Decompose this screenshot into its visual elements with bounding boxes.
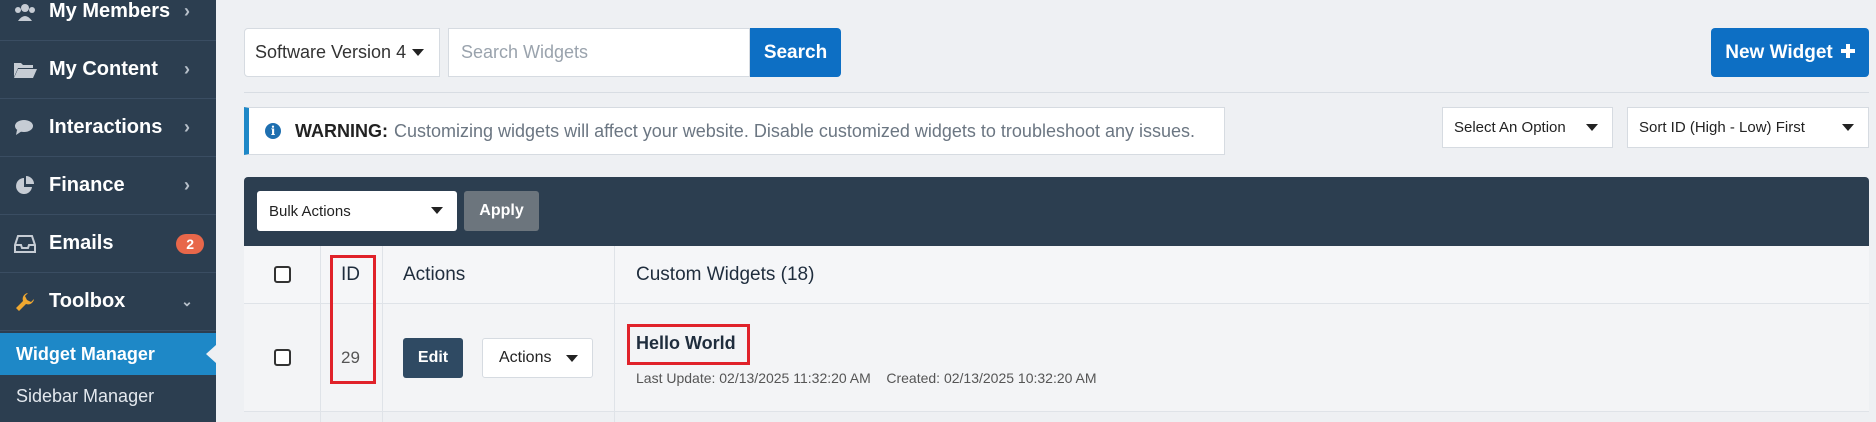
sidebar-item-my-content[interactable]: My Content ›	[0, 41, 216, 99]
row-actions-dropdown[interactable]: Actions	[482, 338, 593, 378]
divider	[244, 92, 1869, 93]
chevron-right-icon: ›	[184, 117, 190, 137]
pie-chart-icon	[13, 174, 37, 198]
search-button-label: Search	[763, 41, 828, 63]
caret-down-icon	[431, 207, 443, 214]
warning-alert: i WARNING: Customizing widgets will affe…	[244, 107, 1225, 155]
search-input[interactable]	[448, 28, 750, 77]
sort-select[interactable]: Sort ID (High - Low) First	[1627, 107, 1869, 148]
sidebar-item-finance[interactable]: Finance ›	[0, 157, 216, 215]
chevron-right-icon: ›	[184, 175, 190, 195]
sidebar-item-my-members[interactable]: My Members ›	[0, 0, 216, 41]
info-icon: i	[265, 123, 281, 139]
sidebar-item-emails[interactable]: Emails 2	[0, 215, 216, 273]
edit-button-label: Edit	[417, 349, 449, 366]
caret-down-icon	[412, 49, 425, 56]
warning-text: Customizing widgets will affect your web…	[394, 120, 1196, 141]
unread-count-badge: 2	[176, 233, 204, 254]
sidebar-subitem-widget-manager[interactable]: Widget Manager	[0, 333, 216, 375]
sidebar: My Members › My Content › Interactions ›…	[0, 0, 216, 422]
chevron-right-icon: ›	[184, 1, 190, 21]
row-checkbox[interactable]	[274, 349, 291, 366]
new-widget-button[interactable]: New Widget	[1711, 28, 1869, 77]
sidebar-item-label: Toolbox	[49, 290, 126, 312]
bulk-actions-select[interactable]: Bulk Actions	[257, 191, 457, 231]
sidebar-subitem-label: Sidebar Manager	[16, 385, 155, 406]
row-actions-label: Actions	[499, 349, 552, 366]
folder-open-icon	[13, 58, 37, 82]
column-divider	[382, 246, 383, 422]
sidebar-item-toolbox[interactable]: Toolbox ⌄	[0, 273, 216, 331]
highlight-box-widget-title	[627, 324, 750, 365]
comments-icon	[13, 116, 37, 140]
filter-option-value: Select An Option	[1454, 119, 1566, 136]
column-divider	[320, 246, 321, 422]
sidebar-subitem-sidebar-manager[interactable]: Sidebar Manager	[0, 375, 216, 417]
search-button[interactable]: Search	[750, 28, 841, 77]
column-divider	[614, 246, 615, 422]
inbox-icon	[13, 232, 37, 256]
software-version-select[interactable]: Software Version 4	[244, 28, 440, 77]
highlight-box-id-column	[330, 255, 376, 384]
sidebar-item-label: Interactions	[49, 116, 163, 138]
sidebar-item-label: My Content	[49, 58, 158, 80]
users-icon	[13, 0, 37, 24]
new-widget-label: New Widget	[1725, 41, 1833, 63]
caret-down-icon	[1586, 124, 1598, 131]
wrench-icon	[13, 290, 37, 314]
widget-meta: Last Update: 02/13/2025 11:32:20 AM Crea…	[636, 370, 1097, 386]
sidebar-item-label: Finance	[49, 174, 125, 196]
software-version-value: Software Version 4	[255, 42, 407, 62]
apply-button-label: Apply	[479, 202, 524, 219]
filter-option-select[interactable]: Select An Option	[1442, 107, 1613, 148]
sort-value: Sort ID (High - Low) First	[1639, 119, 1805, 136]
chevron-right-icon: ›	[184, 59, 190, 79]
caret-down-icon	[566, 355, 578, 362]
edit-button[interactable]: Edit	[403, 338, 463, 378]
select-all-checkbox[interactable]	[274, 266, 291, 283]
sidebar-subitem-label: Widget Manager	[16, 343, 155, 364]
plus-icon	[1840, 42, 1855, 64]
bulk-actions-value: Bulk Actions	[269, 202, 351, 220]
sidebar-item-label: Emails	[49, 232, 114, 254]
warning-label: WARNING:	[295, 120, 388, 141]
sidebar-item-interactions[interactable]: Interactions ›	[0, 99, 216, 157]
table-header-row	[244, 246, 1869, 304]
column-header-custom-widgets[interactable]: Custom Widgets (18)	[636, 264, 814, 286]
apply-button[interactable]: Apply	[464, 191, 539, 231]
column-header-actions: Actions	[403, 264, 466, 285]
chevron-down-icon: ⌄	[181, 293, 193, 309]
sidebar-item-label: My Members	[49, 0, 171, 22]
caret-down-icon	[1842, 124, 1854, 131]
